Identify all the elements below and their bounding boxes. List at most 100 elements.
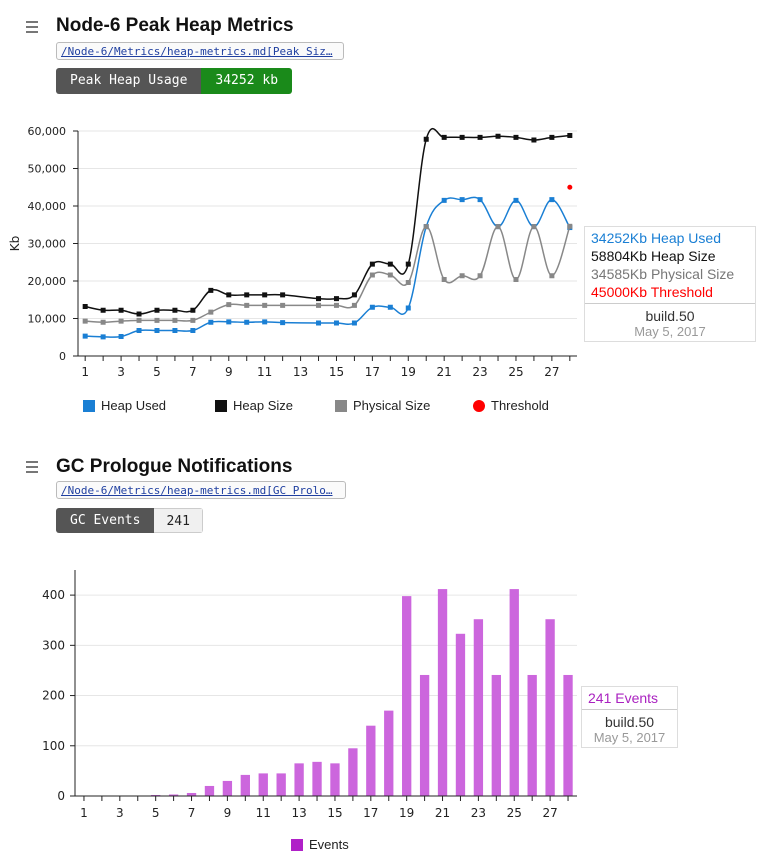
y-tick-label: 200: [42, 689, 65, 703]
data-point-heap-size: [387, 261, 393, 267]
x-tick-label: 27: [544, 365, 559, 379]
y-axis-label: Kb: [8, 236, 22, 252]
bar-events: [384, 710, 394, 796]
bar-events: [545, 619, 555, 796]
data-point-heap-used: [118, 334, 124, 339]
tooltip-events: 241 Events: [588, 690, 659, 706]
legend-label: Events: [309, 837, 349, 852]
gc-source-link[interactable]: /Node-6/Metrics/heap-metrics.md[GC Prolo…: [56, 481, 346, 499]
bar-events: [276, 773, 286, 796]
legend-label: Heap Used: [101, 398, 167, 413]
data-point-heap-size: [549, 134, 555, 140]
data-point-heap-used: [459, 197, 465, 203]
data-point-physical-size: [513, 277, 519, 282]
y-tick-label: 0: [59, 350, 66, 363]
data-point-heap-size: [495, 133, 501, 139]
data-point-heap-size: [369, 261, 375, 267]
data-point-physical-size: [387, 272, 393, 278]
x-tick-label: 11: [257, 365, 272, 379]
series-line-heap-size: [85, 127, 570, 315]
data-point-physical-size: [351, 302, 357, 308]
data-point-heap-size: [226, 292, 232, 298]
data-point-physical-size: [531, 224, 537, 230]
tooltip-build: build.50: [604, 714, 655, 730]
y-tick-label: 30,000: [28, 238, 67, 251]
y-tick-label: 10,000: [28, 313, 67, 326]
x-tick-label: 15: [327, 806, 342, 820]
data-point-heap-size: [333, 296, 339, 302]
y-tick-label: 50,000: [28, 163, 67, 176]
x-tick-label: 19: [401, 365, 416, 379]
x-tick-label: 23: [472, 365, 487, 379]
x-tick-label: 3: [116, 806, 124, 820]
data-point-heap-used: [280, 320, 286, 326]
legend-threshold[interactable]: Threshold: [473, 398, 549, 413]
data-point-heap-size: [208, 287, 214, 293]
legend-swatch: [291, 838, 303, 851]
x-tick-label: 21: [435, 806, 450, 820]
legend-physical-size[interactable]: Physical Size: [335, 398, 430, 413]
tooltip-date: May 5, 2017: [634, 324, 706, 339]
x-tick-label: 17: [365, 365, 380, 379]
bar-events: [563, 674, 573, 796]
data-point-physical-size: [262, 302, 268, 308]
heap-source-link[interactable]: /Node-6/Metrics/heap-metrics.md[Peak Siz…: [56, 42, 344, 60]
menu-icon[interactable]: [26, 21, 38, 36]
x-tick-label: 1: [81, 365, 89, 379]
legend-heap-size[interactable]: Heap Size: [215, 398, 293, 413]
bar-events: [294, 763, 304, 796]
data-point-heap-size: [459, 134, 465, 140]
data-point-heap-size: [244, 292, 250, 298]
tooltip-date: May 5, 2017: [593, 730, 666, 745]
data-point-physical-size: [567, 223, 573, 229]
legend-swatch: [473, 399, 485, 412]
data-point-heap-size: [316, 296, 322, 302]
menu-icon[interactable]: [26, 461, 38, 476]
x-tick-label: 21: [437, 365, 452, 379]
bar-events: [204, 785, 215, 796]
gc-events-badge: GC Events 241: [56, 508, 203, 533]
legend-heap-used[interactable]: Heap Used: [83, 398, 166, 413]
y-tick-label: 20,000: [28, 275, 67, 288]
data-point-threshold: [567, 184, 573, 190]
data-point-heap-used: [351, 320, 357, 326]
x-tick-label: 3: [117, 365, 125, 379]
data-point-heap-used: [387, 304, 393, 310]
y-tick-label: 100: [42, 739, 65, 753]
peak-heap-badge: Peak Heap Usage 34252 kb: [56, 68, 293, 94]
data-point-heap-size: [423, 136, 429, 142]
heap-tooltip: 34252Kb Heap Used 58804Kb Heap Size 3458…: [584, 226, 756, 342]
legend-events[interactable]: Events: [291, 837, 349, 852]
data-point-physical-size: [477, 273, 483, 279]
legend-swatch: [215, 399, 227, 412]
legend-label: Threshold: [491, 398, 549, 413]
gc-panel-title: GC Prologue Notifications: [56, 456, 293, 477]
data-point-physical-size: [208, 309, 214, 315]
y-tick-label: 40,000: [28, 200, 67, 213]
data-point-heap-used: [549, 197, 555, 203]
legend-label: Heap Size: [233, 398, 293, 413]
bar-events: [437, 589, 448, 796]
x-tick-label: 11: [256, 806, 271, 820]
x-tick-label: 25: [507, 806, 522, 820]
data-point-heap-used: [316, 320, 322, 326]
data-point-heap-used: [100, 334, 106, 340]
data-point-heap-used: [136, 328, 142, 333]
data-point-heap-used: [262, 319, 268, 325]
data-point-heap-size: [513, 134, 519, 140]
x-tick-label: 7: [189, 365, 197, 379]
badge-label: Peak Heap Usage: [56, 68, 202, 94]
data-point-physical-size: [369, 272, 375, 278]
data-point-heap-size: [82, 304, 88, 309]
x-tick-label: 15: [329, 365, 344, 379]
tooltip-physical-size: 34585Kb Physical Size: [591, 266, 735, 282]
data-point-heap-used: [244, 319, 250, 325]
x-tick-label: 13: [291, 806, 306, 820]
bar-events: [258, 773, 268, 796]
data-point-physical-size: [459, 273, 465, 279]
y-tick-label: 400: [42, 588, 65, 602]
x-tick-label: 17: [363, 806, 378, 820]
bar-events: [509, 589, 519, 796]
data-point-heap-size: [262, 292, 268, 298]
x-tick-label: 23: [471, 806, 486, 820]
